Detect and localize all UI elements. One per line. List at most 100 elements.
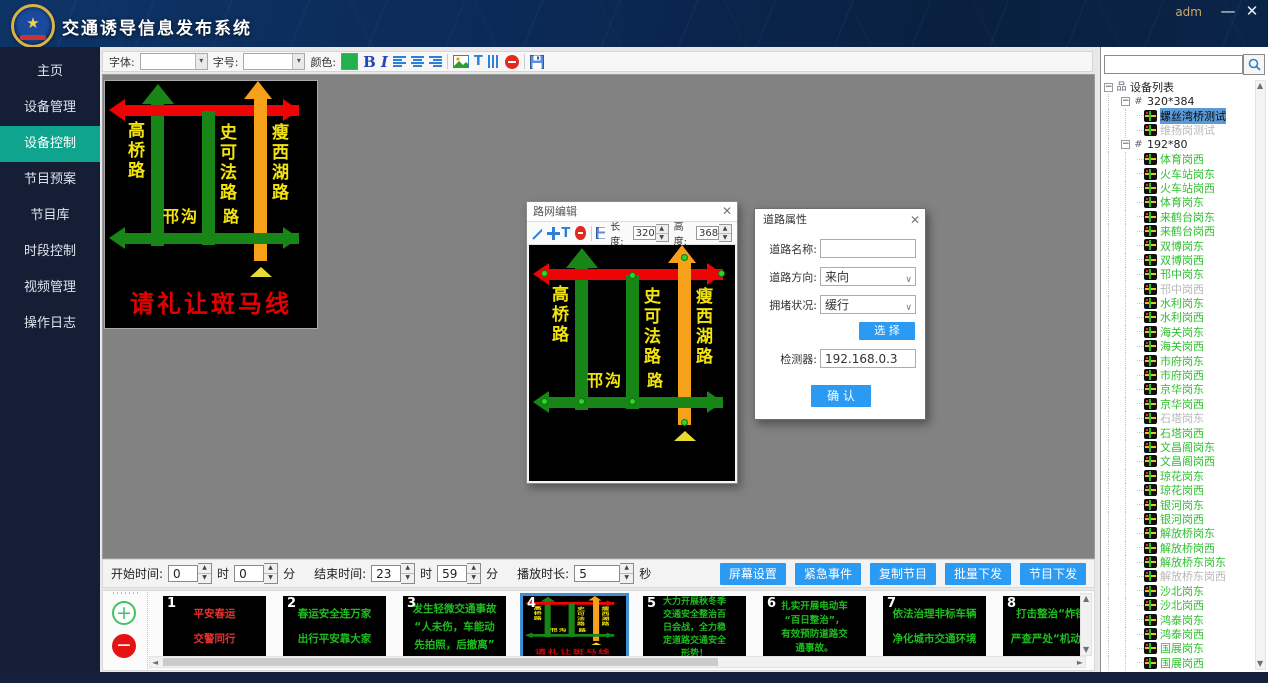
- tree-device-item[interactable]: 市府岗西: [1103, 368, 1253, 382]
- tree-device-item[interactable]: 海关岗东: [1103, 325, 1253, 339]
- start-min-spinner[interactable]: 0 ▲▼: [234, 563, 278, 584]
- end-min-value[interactable]: 59: [437, 565, 467, 582]
- tree-device-item[interactable]: 海关岗西: [1103, 339, 1253, 353]
- draw-line-icon[interactable]: [532, 227, 542, 240]
- tree-device-item[interactable]: 来鹤台岗东: [1103, 210, 1253, 224]
- align-right-icon[interactable]: [429, 56, 442, 67]
- editor-window-titlebar[interactable]: 路网编辑 ✕: [527, 202, 737, 222]
- end-min-spinner[interactable]: 59 ▲▼: [437, 563, 481, 584]
- sidebar-item-time-control[interactable]: 时段控制: [0, 234, 100, 270]
- tree-device-item[interactable]: 石塔岗西: [1103, 425, 1253, 439]
- tree-device-item[interactable]: 鸿泰岗西: [1103, 627, 1253, 641]
- hscroll-thumb[interactable]: [163, 658, 718, 666]
- tree-device-item[interactable]: 维扬岗测试: [1103, 123, 1253, 137]
- tree-device-item[interactable]: 螺丝湾桥测试: [1103, 109, 1253, 123]
- tree-expander-icon[interactable]: −: [1121, 140, 1130, 149]
- dialog-titlebar[interactable]: 道路属性 ✕: [755, 209, 925, 231]
- text-tool-icon[interactable]: T: [474, 54, 483, 69]
- tree-device-item[interactable]: 双博岗西: [1103, 253, 1253, 267]
- tree-group[interactable]: −#192*80: [1103, 138, 1253, 152]
- tree-device-item[interactable]: 国展岗东: [1103, 641, 1253, 655]
- start-min-value[interactable]: 0: [234, 565, 264, 582]
- sidebar-item-program-plan[interactable]: 节目预案: [0, 162, 100, 198]
- roadnet-editor-window[interactable]: 路网编辑 ✕ T 长: [526, 201, 738, 484]
- start-min-spin-buttons[interactable]: ▲▼: [264, 563, 278, 584]
- font-size-select[interactable]: [243, 53, 305, 70]
- duration-spinner[interactable]: 5 ▲▼: [574, 563, 634, 584]
- editor-canvas[interactable]: 高桥路史可法路瘦西湖路邗沟路: [529, 245, 735, 481]
- tree-device-item[interactable]: 解放桥岗东: [1103, 526, 1253, 540]
- select-detector-button[interactable]: 选 择: [859, 322, 915, 340]
- sign-preview-panel[interactable]: 高桥路史可法路瘦西湖路邗沟路请礼让斑马线: [104, 80, 318, 329]
- length-value[interactable]: 320: [633, 226, 656, 240]
- tree-device-item[interactable]: 火车站岗西: [1103, 181, 1253, 195]
- duration-spin-buttons[interactable]: ▲▼: [620, 563, 634, 584]
- italic-button[interactable]: I: [381, 53, 388, 71]
- duration-value[interactable]: 5: [574, 565, 620, 582]
- tree-device-item[interactable]: 火车站岗东: [1103, 166, 1253, 180]
- batch-send-button[interactable]: 批量下发: [945, 563, 1011, 585]
- length-spin-buttons[interactable]: ▲▼: [656, 224, 669, 242]
- align-center-icon[interactable]: [411, 56, 424, 67]
- tree-device-item[interactable]: 解放桥东岗西: [1103, 569, 1253, 583]
- editor-text-tool-icon[interactable]: T: [561, 226, 570, 241]
- tree-device-item[interactable]: 鸿泰岗东: [1103, 612, 1253, 626]
- tree-device-item[interactable]: 国展岗西: [1103, 656, 1253, 670]
- playlist-vscrollbar[interactable]: ▲ ▼: [1080, 593, 1092, 656]
- device-search-input[interactable]: [1104, 55, 1243, 74]
- remove-program-button[interactable]: −: [112, 634, 136, 658]
- tree-device-item[interactable]: 邗中岗西: [1103, 281, 1253, 295]
- image-icon[interactable]: [453, 55, 469, 68]
- bold-button[interactable]: B: [363, 53, 376, 71]
- tree-vscrollbar[interactable]: ▲ ▼: [1255, 80, 1266, 670]
- road-direction-select[interactable]: 来向: [820, 267, 916, 286]
- sidebar-item-op-log[interactable]: 操作日志: [0, 306, 100, 342]
- tree-device-item[interactable]: 京华岗西: [1103, 397, 1253, 411]
- playlist-thumb-6[interactable]: 6扎实开展电动车“百日整治”，有效预防道路交通事故。: [763, 596, 866, 656]
- tree-device-item[interactable]: 邗中岗东: [1103, 267, 1253, 281]
- tree-device-item[interactable]: 沙北岗西: [1103, 598, 1253, 612]
- program-send-button[interactable]: 节目下发: [1020, 563, 1086, 585]
- font-select[interactable]: [140, 53, 208, 70]
- length-spinner[interactable]: 320 ▲▼: [633, 224, 669, 242]
- device-search-button[interactable]: [1243, 54, 1265, 75]
- playlist-thumb-7[interactable]: 7依法治理非标车辆净化城市交通环境: [883, 596, 986, 656]
- tree-device-item[interactable]: 体育岗西: [1103, 152, 1253, 166]
- end-min-spin-buttons[interactable]: ▲▼: [467, 563, 481, 584]
- playlist-thumb-4[interactable]: 4高桥路史可法路瘦西湖路邗沟路请礼让斑马线: [523, 596, 626, 656]
- tree-device-item[interactable]: 水利岗西: [1103, 310, 1253, 324]
- playlist-hscrollbar[interactable]: ◄ ►: [149, 656, 1086, 668]
- crosshair-tool-icon[interactable]: [547, 227, 557, 240]
- tree-device-item[interactable]: 水利岗东: [1103, 296, 1253, 310]
- tree-scroll-down-icon[interactable]: ▼: [1257, 659, 1263, 669]
- height-spin-buttons[interactable]: ▲▼: [719, 224, 732, 242]
- align-left-icon[interactable]: [393, 56, 406, 67]
- delete-item-icon[interactable]: [505, 55, 519, 69]
- save-icon[interactable]: [530, 55, 544, 69]
- tree-device-item[interactable]: 京华岗东: [1103, 382, 1253, 396]
- end-hour-spinner[interactable]: 23 ▲▼: [371, 563, 415, 584]
- tree-device-item[interactable]: 琼花岗东: [1103, 469, 1253, 483]
- start-hour-value[interactable]: 0: [168, 565, 198, 582]
- road-name-input[interactable]: [820, 239, 916, 258]
- tree-device-item[interactable]: 解放桥东岗东: [1103, 555, 1253, 569]
- tree-device-item[interactable]: 市府岗东: [1103, 353, 1253, 367]
- tree-device-item[interactable]: 文昌阁岗西: [1103, 454, 1253, 468]
- detector-input[interactable]: 192.168.0.3: [820, 349, 916, 368]
- scroll-left-icon[interactable]: ◄: [152, 658, 158, 668]
- tree-expander-icon[interactable]: −: [1104, 83, 1113, 92]
- sidebar-item-program-lib[interactable]: 节目库: [0, 198, 100, 234]
- tree-device-item[interactable]: 石塔岗东: [1103, 411, 1253, 425]
- tree-device-item[interactable]: 银河岗东: [1103, 497, 1253, 511]
- confirm-button[interactable]: 确 认: [811, 385, 871, 407]
- tree-expander-icon[interactable]: −: [1121, 97, 1130, 106]
- copy-program-button[interactable]: 复制节目: [870, 563, 936, 585]
- playlist-thumb-1[interactable]: 1平安春运交警同行: [163, 596, 266, 656]
- playlist-thumb-2[interactable]: 2春运安全连万家出行平安靠大家: [283, 596, 386, 656]
- height-spinner[interactable]: 368 ▲▼: [696, 224, 732, 242]
- playlist-thumb-5[interactable]: 5大力开展秋冬季交通安全整治百日会战，全力稳定道路交通安全形势！: [643, 596, 746, 656]
- tree-device-item[interactable]: 双博岗东: [1103, 238, 1253, 252]
- tree-device-item[interactable]: 沙北岗东: [1103, 584, 1253, 598]
- end-hour-value[interactable]: 23: [371, 565, 401, 582]
- dialog-close-icon[interactable]: ✕: [910, 209, 920, 231]
